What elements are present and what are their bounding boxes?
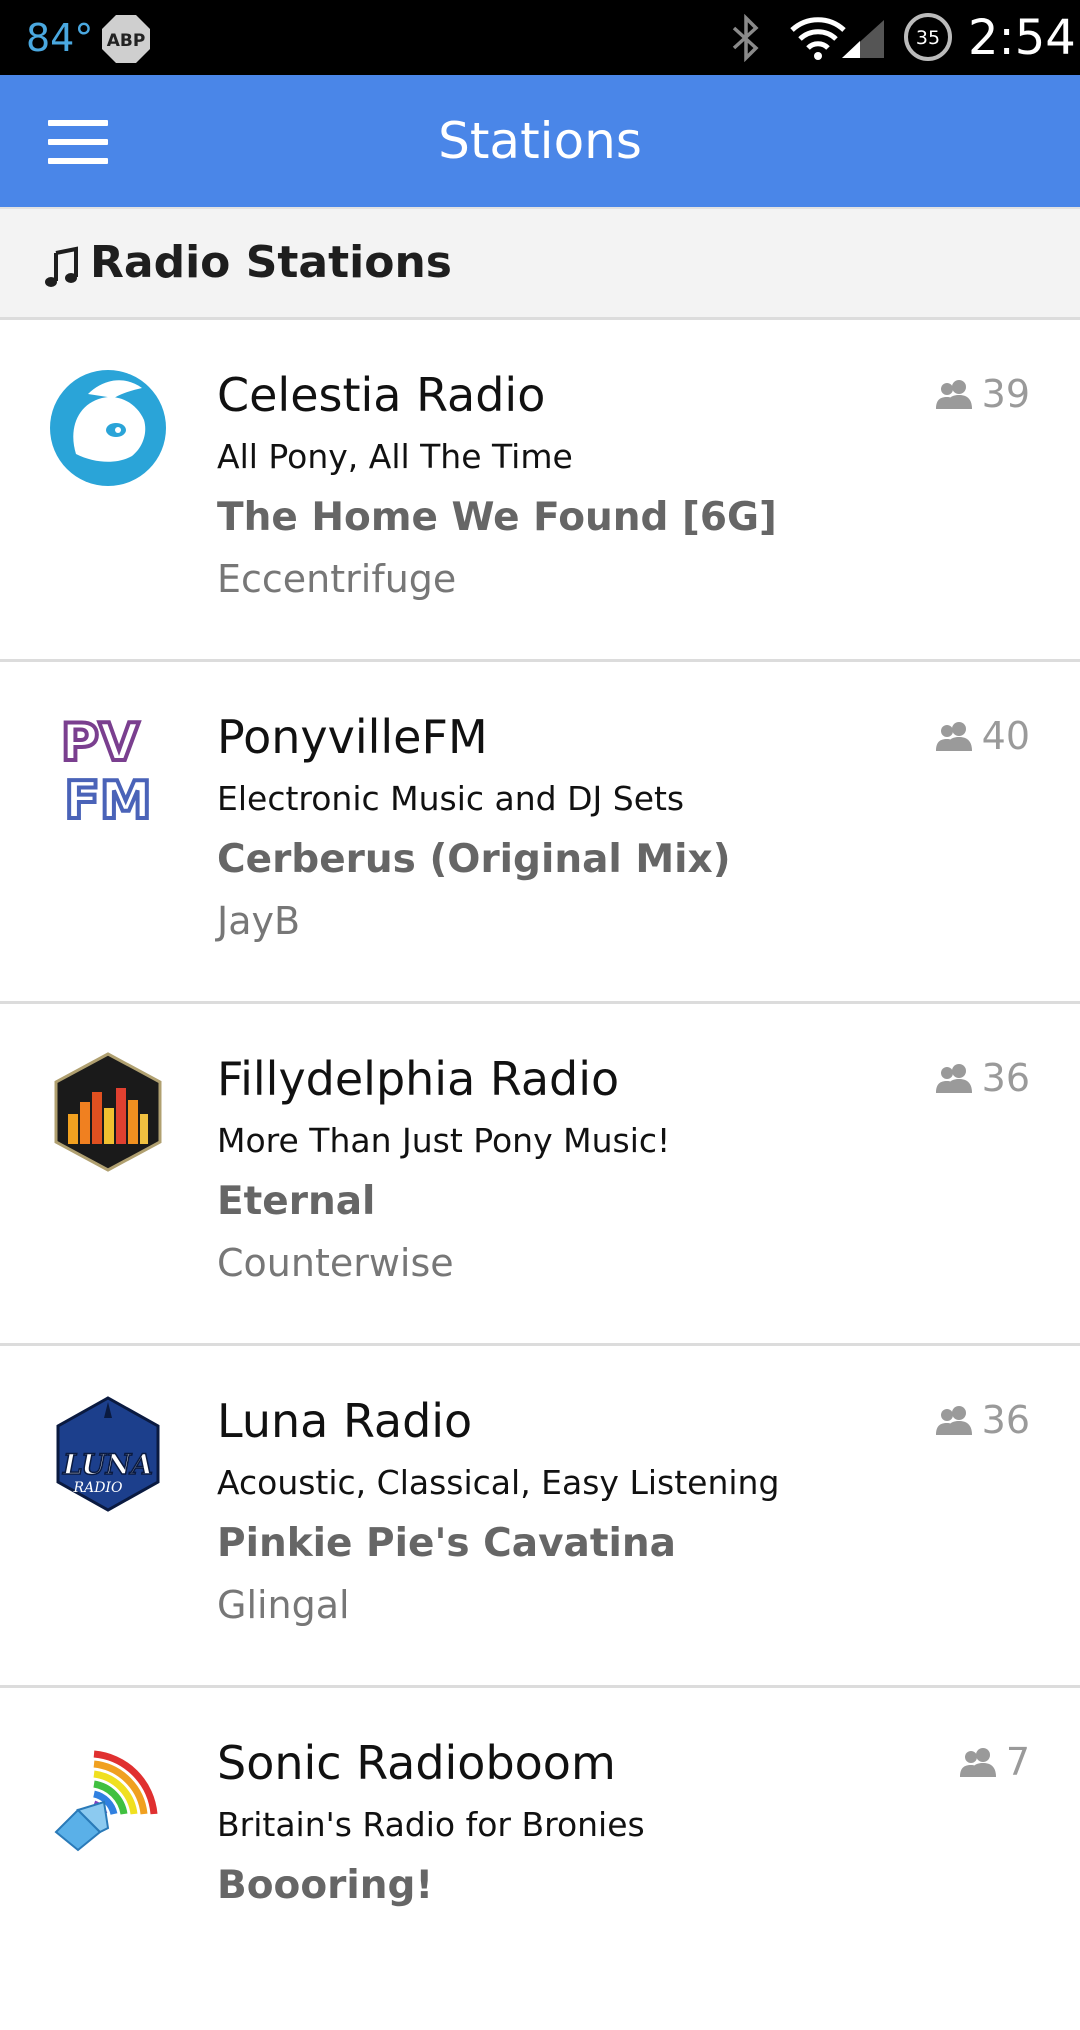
station-item[interactable]: LUNA RADIO Luna Radio Acoustic, Classica…	[0, 1346, 1080, 1688]
status-bar: 84° ABP 35 2:54	[0, 0, 1080, 75]
station-name: PonyvilleFM	[217, 710, 488, 764]
listeners-icon	[935, 380, 972, 409]
section-header: Radio Stations	[0, 207, 1080, 320]
music-note-icon	[45, 246, 78, 287]
station-description: Britain's Radio for Bronies	[217, 1805, 645, 1844]
now-playing-song: The Home We Found [6G]	[217, 495, 777, 540]
clock: 2:54	[968, 10, 1076, 66]
listener-count-value: 36	[981, 1398, 1030, 1442]
station-list: Celestia Radio All Pony, All The Time Th…	[0, 320, 1080, 1920]
now-playing-song: Cerberus (Original Mix)	[217, 837, 731, 882]
now-playing-song: Eternal	[217, 1179, 376, 1224]
battery-icon: 35	[904, 13, 952, 61]
logo-text-bottom: FM	[64, 771, 151, 830]
station-item[interactable]: Sonic Radioboom Britain's Radio for Bron…	[0, 1688, 1080, 2030]
listener-count: 36	[934, 1398, 1030, 1442]
station-description: Acoustic, Classical, Easy Listening	[217, 1463, 780, 1502]
station-description: All Pony, All The Time	[217, 437, 573, 476]
listeners-icon	[959, 1748, 996, 1777]
section-title: Radio Stations	[90, 237, 452, 288]
temperature-indicator: 84°	[26, 16, 94, 60]
listeners-icon	[935, 1406, 972, 1435]
listener-count-value: 39	[981, 372, 1030, 416]
ponyvillefm-logo: PV FM	[59, 711, 154, 830]
hamburger-menu-icon[interactable]	[48, 120, 108, 164]
station-item[interactable]: PV FM PonyvilleFM Electronic Music and D…	[0, 662, 1080, 1004]
listeners-icon	[935, 1064, 972, 1093]
listener-count: 40	[934, 714, 1030, 758]
sonic-radioboom-logo	[54, 1750, 158, 1852]
station-item[interactable]: Celestia Radio All Pony, All The Time Th…	[0, 320, 1080, 662]
now-playing-song: Boooring!	[217, 1863, 434, 1908]
adblock-icon: ABP	[102, 15, 150, 63]
now-playing-artist: Counterwise	[217, 1241, 454, 1285]
logo-text-bottom: RADIO	[73, 1480, 123, 1496]
celestia-radio-logo	[50, 370, 166, 486]
station-name: Sonic Radioboom	[217, 1736, 616, 1790]
station-item[interactable]: Fillydelphia Radio More Than Just Pony M…	[0, 1004, 1080, 1346]
listener-count-value: 40	[981, 714, 1030, 758]
bluetooth-icon	[732, 14, 759, 62]
listener-count: 7	[958, 1740, 1030, 1784]
station-description: More Than Just Pony Music!	[217, 1121, 671, 1160]
abp-label: ABP	[107, 31, 146, 51]
listener-count: 39	[934, 372, 1030, 416]
battery-level: 35	[916, 27, 940, 49]
page-title: Stations	[438, 112, 642, 170]
station-name: Fillydelphia Radio	[217, 1052, 620, 1106]
signal-icon	[842, 20, 884, 58]
listener-count-value: 7	[1005, 1740, 1030, 1784]
logo-text-top: LUNA	[62, 1448, 153, 1481]
listeners-icon	[935, 722, 972, 751]
now-playing-song: Pinkie Pie's Cavatina	[217, 1521, 676, 1566]
station-name: Luna Radio	[217, 1394, 473, 1448]
now-playing-artist: JayB	[217, 899, 301, 943]
station-name: Celestia Radio	[217, 368, 546, 422]
wifi-icon	[790, 17, 846, 60]
fillydelphia-radio-logo	[54, 1052, 162, 1172]
luna-radio-logo: LUNA RADIO	[56, 1396, 160, 1512]
listener-count-value: 36	[981, 1056, 1030, 1100]
app-bar: Stations	[0, 75, 1080, 207]
station-description: Electronic Music and DJ Sets	[217, 779, 685, 818]
now-playing-artist: Eccentrifuge	[217, 557, 457, 601]
logo-text-top: PV	[61, 713, 139, 773]
listener-count: 36	[934, 1056, 1030, 1100]
now-playing-artist: Glingal	[217, 1583, 350, 1627]
